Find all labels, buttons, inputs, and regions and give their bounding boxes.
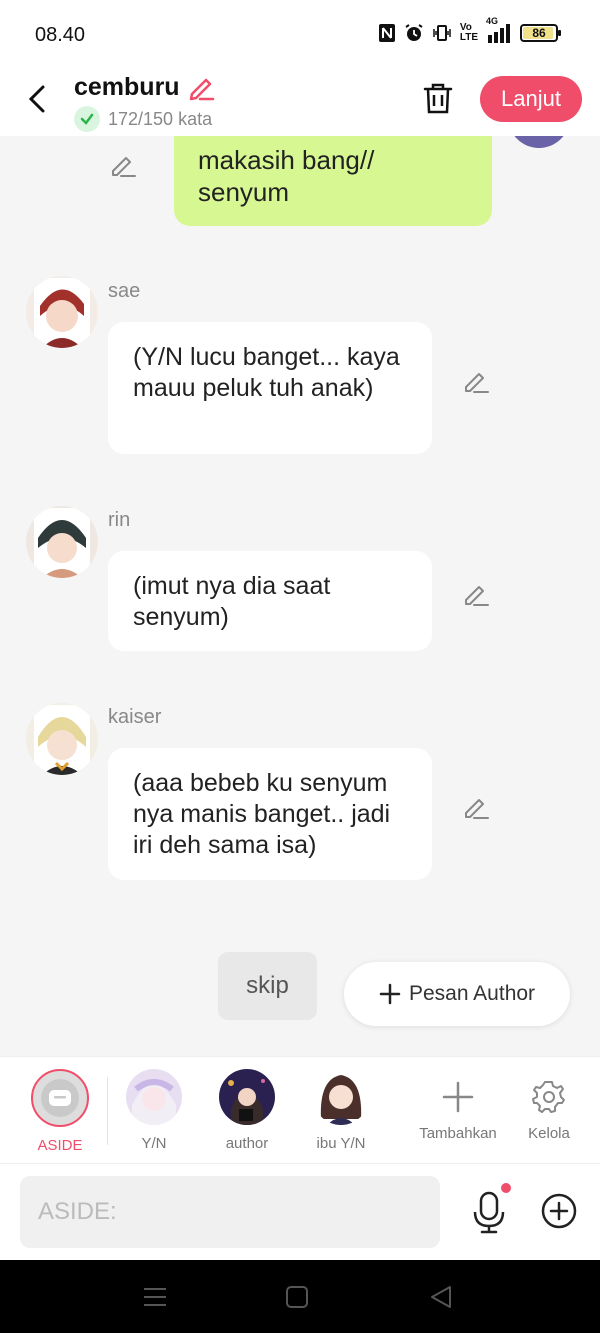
next-button[interactable]: Lanjut [480,76,582,122]
character-label: Kelola [528,1125,570,1142]
author-message-label: Pesan Author [408,982,536,1005]
character-label: ASIDE [37,1137,83,1154]
avatar-yn [126,1069,182,1125]
character-name: rin [108,509,131,531]
character-label: ibu Y/N [316,1135,366,1152]
aside-icon [31,1069,89,1127]
status-icons: Vo LTE 4G 86 [378,16,561,44]
input-bar [0,1164,600,1260]
avatar-author [219,1069,275,1125]
trash-icon[interactable] [420,80,456,116]
menu-icon[interactable] [142,1284,168,1310]
message-bubble[interactable]: (aaa bebeb ku senyum nya manis banget.. … [108,748,432,880]
character-label: Y/N [141,1135,167,1152]
character-name: kaiser [108,706,162,728]
check-icon [74,106,100,132]
pencil-icon[interactable] [186,72,216,102]
word-count-text: 172/150 kata [108,108,213,129]
edit-icon[interactable] [462,366,490,394]
character-aside[interactable]: ASIDE [15,1069,105,1154]
chat-area[interactable]: makasih bang// senyum sae (Y/N lucu bang… [0,136,600,1056]
status-time: 08.40 [35,24,86,46]
character-label: author [225,1135,269,1152]
word-count: 172/150 kata [74,106,212,132]
divider [107,1077,108,1145]
home-icon[interactable] [284,1284,310,1310]
avatar-sae[interactable] [26,276,98,348]
back-icon[interactable] [428,1284,454,1310]
plus-icon [430,1069,486,1125]
signal-icon: 4G [486,16,512,44]
add-character-button[interactable]: Tambahkan [413,1069,503,1142]
character-selector: ASIDE Y/N author ibu Y/N Tambahkan Kelol… [0,1056,600,1164]
add-circle-icon[interactable] [540,1192,578,1230]
network-type: 4G [486,16,499,26]
skip-button[interactable]: skip [218,952,317,1020]
my-avatar[interactable] [508,136,570,148]
character-name: sae [108,280,141,302]
message-bubble[interactable]: (Y/N lucu banget... kaya mauu peluk tuh … [108,322,432,454]
battery-icon: 86 [520,24,561,42]
system-nav-bar [0,1260,600,1333]
edit-icon[interactable] [462,792,490,820]
avatar-ibu-yn [313,1069,369,1125]
gear-icon [521,1069,577,1125]
message-bubble[interactable]: (imut nya dia saat senyum) [108,551,432,651]
manage-button[interactable]: Kelola [504,1069,594,1142]
status-bar: 08.40 Vo LTE 4G 86 [0,0,600,68]
back-arrow-icon[interactable] [24,82,52,116]
my-message-bubble[interactable]: makasih bang// senyum [174,136,492,226]
character-ibu-yn[interactable]: ibu Y/N [296,1069,386,1152]
microphone-icon[interactable] [470,1190,508,1234]
story-title: cemburu [74,72,180,101]
author-message-button[interactable]: Pesan Author [344,962,570,1026]
alarm-icon [404,22,424,44]
story-title-row[interactable]: cemburu [74,72,216,102]
character-author[interactable]: author [202,1069,292,1152]
edit-icon[interactable] [109,150,137,178]
nfc-icon [378,22,396,44]
edit-icon[interactable] [462,579,490,607]
volte-icon: Vo LTE [459,22,478,43]
character-yn[interactable]: Y/N [109,1069,199,1152]
character-label: Tambahkan [419,1125,497,1142]
notification-dot [501,1183,511,1193]
message-input[interactable] [20,1176,440,1248]
avatar-rin[interactable] [26,506,98,578]
top-bar: cemburu 172/150 kata Lanjut [0,68,600,136]
avatar-kaiser[interactable] [26,703,98,775]
vibrate-icon [432,22,452,44]
plus-icon [379,983,401,1005]
